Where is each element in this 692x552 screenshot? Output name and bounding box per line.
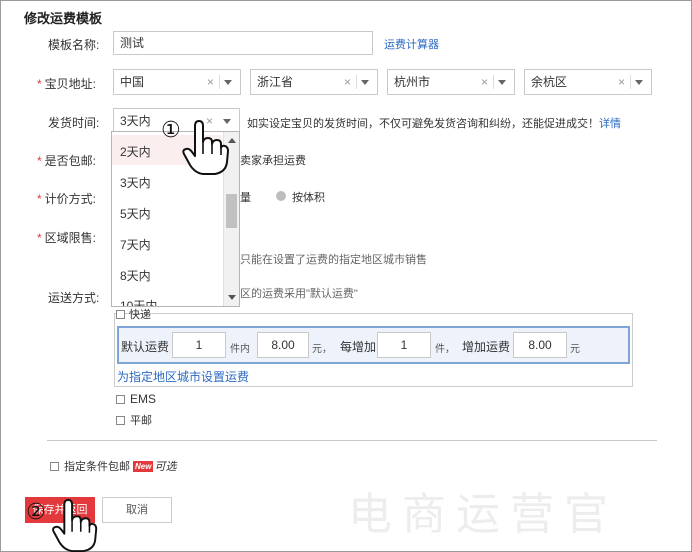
divider: [47, 440, 657, 441]
step-2-marker: ②: [26, 500, 46, 525]
express-label: 快递: [129, 309, 151, 321]
chevron-down-icon: [635, 80, 643, 85]
pointer-hand-icon: [50, 497, 98, 552]
ship-time-option[interactable]: 8天内: [120, 267, 151, 284]
ship-time-hint: 如实设定宝贝的发货时间，不仅可避免发货咨询和纠纷，还能促进成交！详情: [247, 118, 621, 130]
clear-icon[interactable]: ×: [481, 70, 488, 94]
ems-checkbox[interactable]: [116, 394, 125, 404]
ship-time-option[interactable]: 2天内: [120, 143, 151, 160]
pointer-hand-icon: [181, 118, 229, 179]
increment-label: 每增加: [340, 340, 377, 354]
clear-icon[interactable]: ×: [618, 70, 625, 94]
watermark: 电商运营官: [348, 489, 618, 540]
ship-time-label: 发货时间:: [48, 116, 100, 130]
increment-unit: 件，: [435, 344, 455, 355]
clear-icon[interactable]: ×: [207, 70, 214, 94]
pricing-volume-label: 按体积: [292, 192, 325, 204]
chevron-down-icon: [224, 80, 232, 85]
increment-qty-input[interactable]: 1: [377, 332, 431, 358]
pricing-partial: 量: [240, 192, 251, 204]
template-name-label: 模板名称:: [48, 38, 100, 52]
delivery-hint: 区的运费采用"默认运费": [240, 288, 358, 300]
first-fee-input[interactable]: 8.00: [257, 332, 309, 358]
extra-fee-input[interactable]: 8.00: [513, 332, 567, 358]
surface-mail-label: 平邮: [130, 415, 152, 427]
ems-label: EMS: [130, 392, 157, 406]
scroll-thumb[interactable]: [226, 194, 237, 228]
first-qty-input[interactable]: 1: [172, 332, 226, 358]
ship-time-option[interactable]: 7天内: [120, 236, 151, 253]
step-1-marker: ①: [161, 118, 181, 143]
conditional-free-ship-label: 指定条件包邮: [64, 461, 130, 473]
optional-label: 可选: [154, 461, 177, 473]
address-label: * 宝贝地址:: [37, 77, 97, 91]
extra-fee-label: 增加运费: [462, 340, 511, 354]
region-fee-link[interactable]: 为指定地区城市设置运费: [117, 368, 249, 385]
region-hint: 只能在设置了运费的指定地区城市销售: [240, 254, 427, 266]
new-badge: New: [133, 460, 154, 472]
radio-volume[interactable]: [276, 191, 286, 201]
chevron-down-icon: [361, 80, 369, 85]
ship-time-option[interactable]: 3天内: [120, 174, 151, 191]
scroll-down-icon[interactable]: [228, 295, 236, 300]
ems-checkbox-row[interactable]: EMS: [116, 392, 156, 406]
pricing-label: * 计价方式:: [37, 192, 97, 206]
district-select[interactable]: 杭州市 ×: [387, 69, 515, 95]
seller-pays-option[interactable]: 卖家承担运费: [240, 152, 306, 168]
province-select[interactable]: 中国 ×: [113, 69, 241, 95]
template-name-input[interactable]: 测试: [113, 31, 373, 55]
free-ship-label: * 是否包邮:: [37, 154, 97, 168]
clear-icon[interactable]: ×: [344, 70, 351, 94]
cancel-button[interactable]: 取消: [102, 497, 172, 523]
delivery-label: 运送方式:: [48, 291, 100, 305]
ship-time-option[interactable]: 5天内: [120, 205, 151, 222]
freight-calculator-link[interactable]: 运费计算器: [384, 36, 439, 52]
page-title: 修改运费模板: [24, 11, 103, 26]
conditional-free-ship-row[interactable]: 指定条件包邮 New 可选: [50, 458, 176, 474]
scroll-up-icon[interactable]: [228, 138, 236, 143]
region-label: * 区域限售:: [37, 231, 97, 245]
ship-time-option[interactable]: 10天内: [120, 297, 157, 306]
surface-mail-checkbox[interactable]: [116, 415, 125, 425]
city-select[interactable]: 浙江省 ×: [250, 69, 378, 95]
chevron-down-icon: [498, 80, 506, 85]
default-fee-label: 默认运费: [121, 340, 170, 354]
area-select[interactable]: 余杭区 ×: [524, 69, 652, 95]
conditional-free-ship-checkbox[interactable]: [50, 461, 59, 471]
yuan-label-1: 元，: [312, 344, 332, 355]
yuan-label-2: 元: [570, 344, 580, 355]
details-link[interactable]: 详情: [599, 118, 621, 130]
express-checkbox[interactable]: [116, 309, 125, 319]
express-checkbox-row[interactable]: 快递: [116, 306, 151, 322]
surface-mail-checkbox-row[interactable]: 平邮: [116, 412, 152, 428]
first-unit: 件内: [230, 344, 250, 355]
